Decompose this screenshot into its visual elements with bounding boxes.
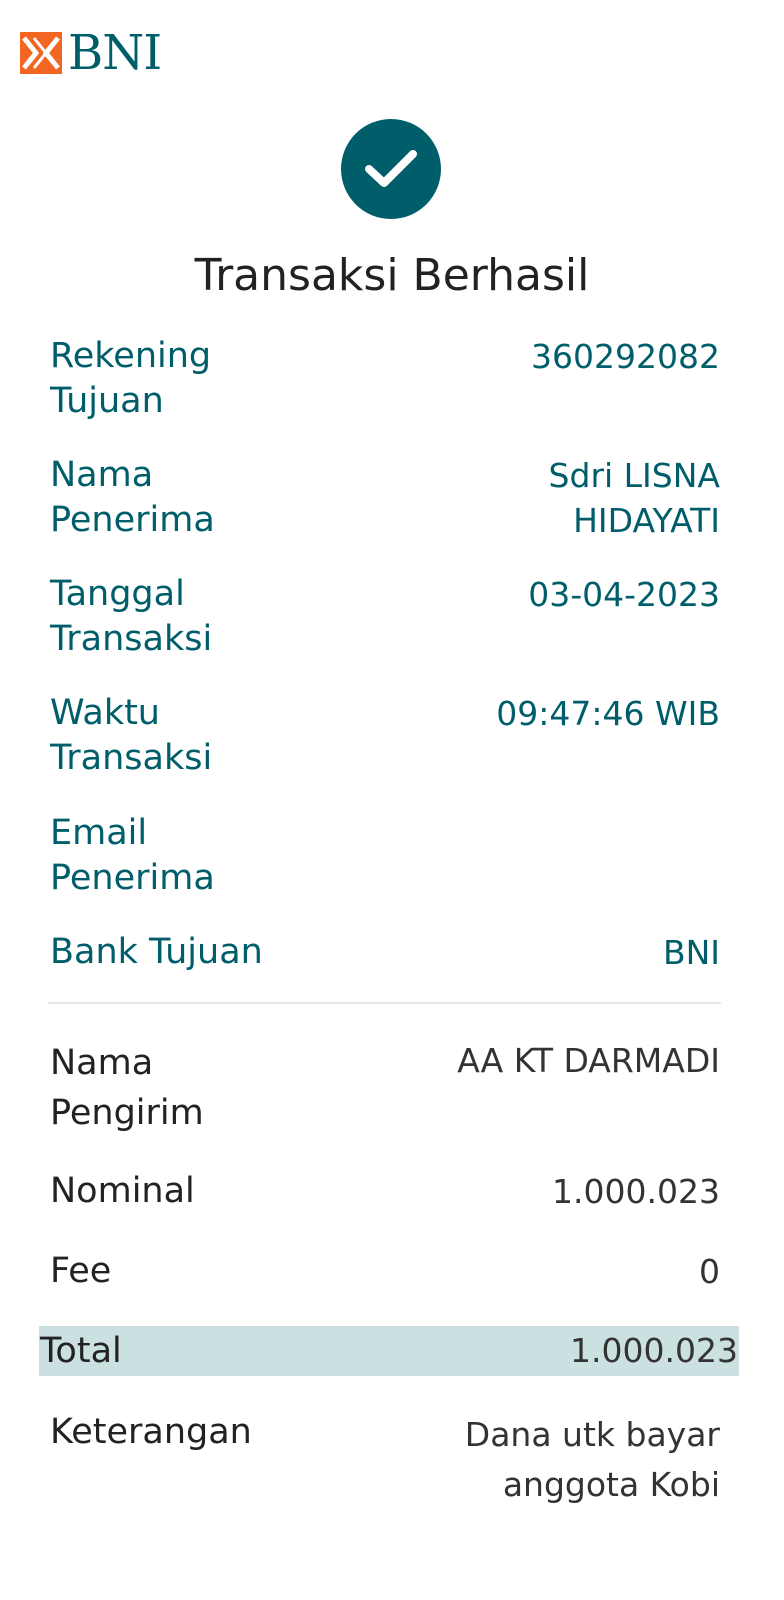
detail-row-waktu-transaksi: Waktu Transaksi 09:47:46 WIB: [50, 691, 720, 781]
detail-label: Fee: [50, 1251, 112, 1291]
detail-value: AA KT DARMADI: [457, 1041, 720, 1080]
detail-label: Tanggal Transaksi: [50, 574, 213, 659]
checkmark-icon: [365, 150, 417, 187]
detail-value: Sdri LISNA HIDAYATI: [548, 456, 720, 540]
detail-row-tanggal-transaksi: Tanggal Transaksi 03-04-2023: [50, 572, 720, 662]
detail-row-nama-penerima: Nama Penerima Sdri LISNA HIDAYATI: [50, 453, 720, 543]
detail-row-bank-tujuan: Bank Tujuan BNI: [50, 930, 720, 975]
detail-value: 03-04-2023: [528, 575, 720, 614]
detail-row-email-penerima: Email Penerima: [50, 811, 720, 901]
section-divider: [48, 1002, 721, 1004]
detail-label: Rekening Tujuan: [50, 336, 212, 421]
detail-label: Waktu Transaksi: [50, 693, 213, 778]
detail-value: 360292082: [531, 337, 720, 376]
detail-row-fee: Fee 0: [50, 1249, 720, 1294]
page-title: Transaksi Berhasil: [194, 250, 590, 301]
detail-label: Nama Pengirim: [50, 1043, 204, 1133]
detail-row-keterangan: Keterangan Dana utk bayar anggota Kobi: [50, 1410, 720, 1510]
bni-logo-icon: [20, 32, 62, 74]
success-badge: [341, 119, 441, 219]
total-label: Total: [40, 1331, 122, 1371]
detail-row-nominal: Nominal 1.000.023: [50, 1169, 720, 1214]
detail-label: Email Penerima: [50, 813, 215, 898]
bni-logo: BNI: [20, 25, 162, 81]
total-row: Total 1.000.023: [39, 1326, 739, 1376]
detail-label: Nama Penerima: [50, 455, 215, 540]
detail-value: Dana utk bayar anggota Kobi: [464, 1415, 720, 1504]
detail-row-nama-pengirim: Nama Pengirim AA KT DARMADI: [50, 1038, 720, 1138]
detail-label: Nominal: [50, 1171, 195, 1211]
brand-name: BNI: [68, 25, 162, 81]
detail-value: 0: [699, 1252, 720, 1291]
detail-value: 1.000.023: [552, 1172, 720, 1211]
total-value: 1.000.023: [570, 1331, 738, 1370]
detail-value: BNI: [662, 933, 720, 972]
detail-value: 09:47:46 WIB: [496, 694, 720, 733]
detail-row-rekening-tujuan: Rekening Tujuan 360292082: [50, 334, 720, 424]
detail-label: Keterangan: [50, 1412, 252, 1452]
